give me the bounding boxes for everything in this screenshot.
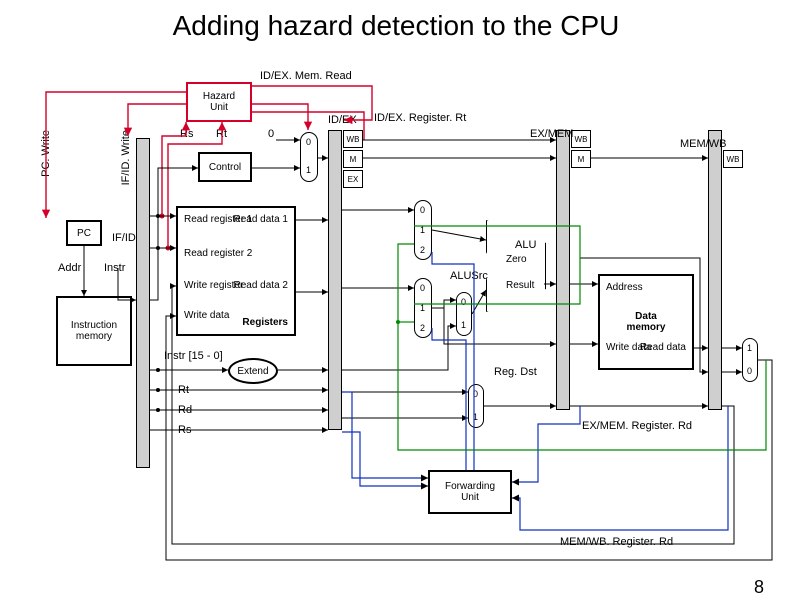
pc-register: PC bbox=[66, 220, 102, 246]
alu-zero: Zero bbox=[506, 254, 527, 265]
mux-stall-0: 0 bbox=[306, 137, 311, 147]
mux-fwd-b: 0 1 2 bbox=[414, 278, 432, 338]
mux-fwd-b-2: 2 bbox=[420, 323, 425, 333]
mux-stall: 0 1 bbox=[300, 132, 318, 182]
mux-memtoreg-1: 1 bbox=[747, 343, 752, 353]
memwb-label: MEM/WB bbox=[680, 138, 726, 150]
pipe-memwb bbox=[708, 130, 722, 410]
mux-memtoreg-0: 0 bbox=[747, 366, 752, 376]
alu-result: Result bbox=[506, 280, 534, 291]
sign-extend: Extend bbox=[228, 358, 278, 384]
rt-top: Rt bbox=[216, 128, 227, 140]
dmem-addr: Address bbox=[606, 282, 643, 293]
mux-fwd-b-0: 0 bbox=[420, 283, 425, 293]
addr-label: Addr bbox=[58, 262, 81, 274]
mux-memtoreg: 1 0 bbox=[742, 338, 758, 382]
mux-regdst: 0 1 bbox=[468, 384, 484, 428]
alu-label: ALU bbox=[515, 239, 536, 251]
zero-into-mux: 0 bbox=[268, 128, 274, 140]
pipe-idex bbox=[328, 130, 342, 430]
memwb-regrd-label: MEM/WB. Register. Rd bbox=[560, 536, 673, 548]
hazard-unit: Hazard Unit bbox=[186, 82, 252, 122]
control-block: Control bbox=[198, 152, 252, 182]
pcwrite-label: PC. Write bbox=[40, 130, 52, 177]
exmem-regrd-label: EX/MEM. Register. Rd bbox=[582, 420, 692, 432]
instr-range: Instr [15 - 0] bbox=[164, 350, 223, 362]
memwb-wb: WB bbox=[723, 150, 743, 168]
dmem-rd: Read data bbox=[640, 342, 686, 353]
pipe-exmem bbox=[556, 130, 570, 410]
mux-alusrc: 0 1 bbox=[456, 292, 472, 336]
mux-stall-1: 1 bbox=[306, 165, 311, 175]
register-file: Registers Read register 1 Read data 1 Re… bbox=[176, 206, 296, 336]
idex-wb: WB bbox=[343, 130, 363, 148]
mux-fwd-b-1: 1 bbox=[420, 303, 425, 313]
mux-regdst-1: 1 bbox=[473, 412, 478, 422]
idex-m: M bbox=[343, 150, 363, 168]
alusrc-label: ALUSrc bbox=[450, 270, 488, 282]
mux-fwd-a-2: 2 bbox=[420, 245, 425, 255]
regfile-wd: Write data bbox=[184, 310, 229, 321]
pipe-ifid bbox=[136, 138, 150, 468]
idex-regrt-label: ID/EX. Register. Rt bbox=[374, 112, 466, 124]
ifid-label: IF/ID bbox=[112, 232, 136, 244]
page-title: Adding hazard detection to the CPU bbox=[0, 10, 792, 42]
rt-bot: Rt bbox=[178, 384, 189, 396]
regdst-label: Reg. Dst bbox=[494, 366, 537, 378]
exmem-m: M bbox=[571, 150, 591, 168]
data-memory: Data memory Address Write data Read data bbox=[598, 274, 694, 370]
mux-fwd-a-0: 0 bbox=[420, 205, 425, 215]
rs-bot: Rs bbox=[178, 424, 191, 436]
ifidwrite-label: IF/ID. Write bbox=[120, 130, 132, 185]
mux-fwd-a-1: 1 bbox=[420, 225, 425, 235]
regfile-title: Registers bbox=[242, 317, 288, 328]
regfile-rd2: Read data 2 bbox=[234, 280, 289, 291]
idex-memread-label: ID/EX. Mem. Read bbox=[260, 70, 352, 82]
slide-number: 8 bbox=[754, 577, 764, 598]
rd-bot: Rd bbox=[178, 404, 192, 416]
mux-alusrc-1: 1 bbox=[461, 320, 466, 330]
instruction-memory: Instruction memory bbox=[56, 296, 132, 366]
regfile-rr2: Read register 2 bbox=[184, 248, 252, 259]
regfile-rd1: Read data 1 bbox=[234, 214, 289, 225]
dmem-title: Data memory bbox=[627, 311, 666, 333]
idex-label: ID/EX bbox=[328, 114, 357, 126]
alu: ALU bbox=[486, 220, 546, 312]
idex-ex: EX bbox=[343, 170, 363, 188]
exmem-wb: WB bbox=[571, 130, 591, 148]
mux-fwd-a: 0 1 2 bbox=[414, 200, 432, 260]
rs-top: Rs bbox=[180, 128, 193, 140]
instr-label: Instr bbox=[104, 262, 125, 274]
mux-regdst-0: 0 bbox=[473, 389, 478, 399]
forwarding-unit: Forwarding Unit bbox=[428, 470, 512, 514]
mux-alusrc-0: 0 bbox=[461, 297, 466, 307]
exmem-label: EX/MEM bbox=[530, 128, 573, 140]
